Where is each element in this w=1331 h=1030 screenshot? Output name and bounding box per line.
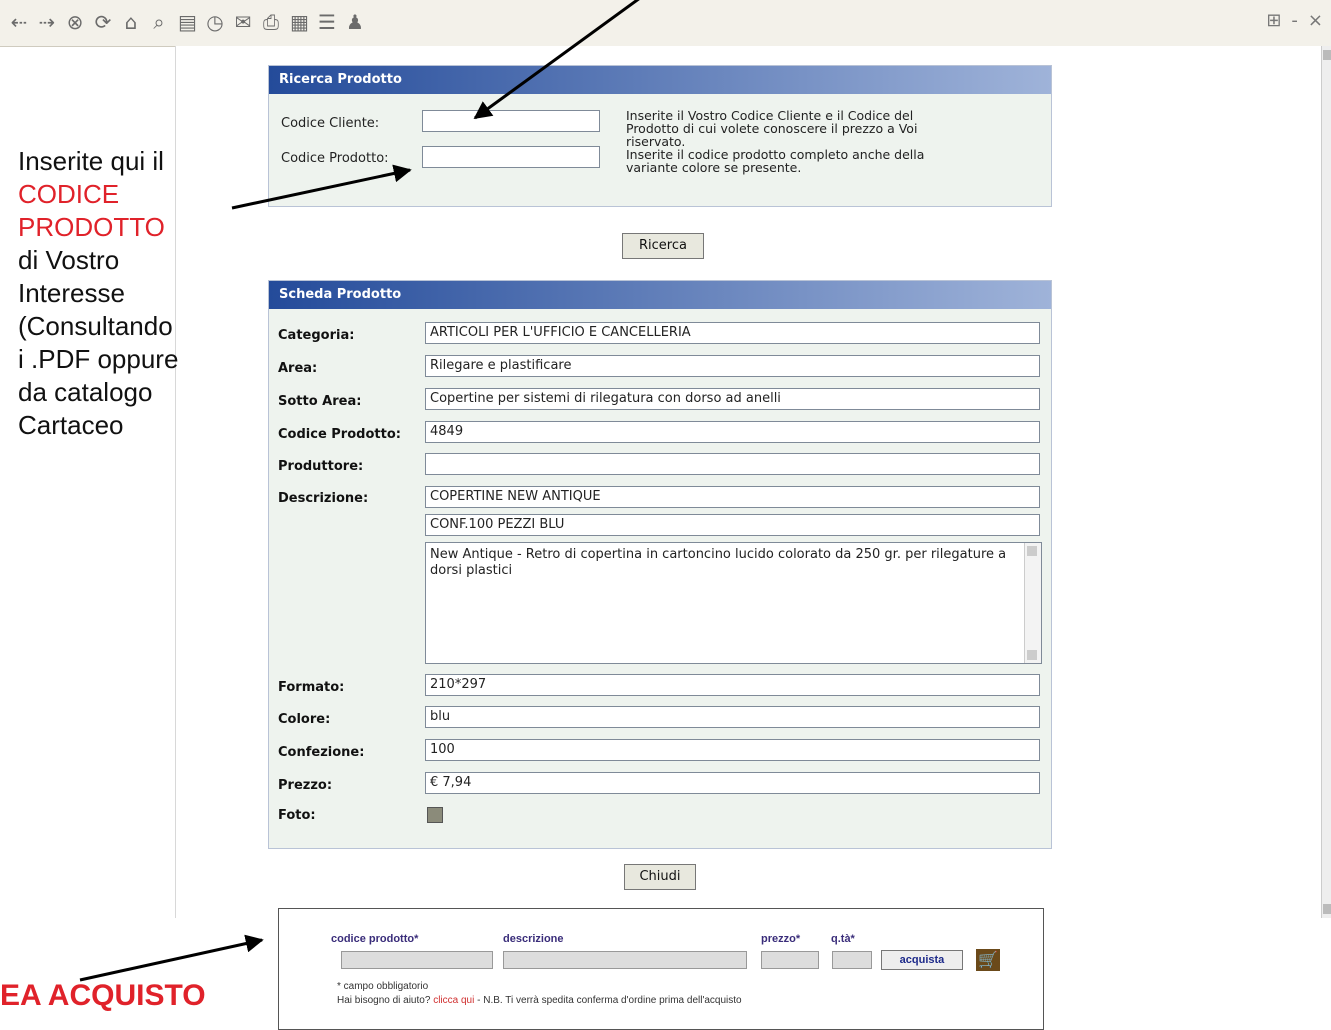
scheda-title: Scheda Prodotto [269, 281, 1051, 309]
area-label: Area: [278, 361, 318, 376]
annotation-line: Inserite qui il [18, 146, 164, 176]
messenger-icon[interactable]: ♟ [346, 10, 364, 34]
help-line: variante colore se presente. [626, 160, 802, 175]
discuss-icon[interactable]: ☰ [318, 10, 336, 34]
codice-cliente-label: Codice Cliente: [281, 116, 380, 131]
codice-prodotto-header: codice prodotto* [331, 933, 419, 945]
browser-toolbar: ⇠ ⇢ ⊗ ⟳ ⌂ ⌕ ▤ ◷ ✉ ⎙ ▦ ☰ ♟ ⊞ - × [0, 0, 1331, 47]
help-note: Hai bisogno di aiuto? clicca qui - N.B. … [337, 995, 742, 1006]
refresh-icon[interactable]: ⟳ [94, 10, 112, 34]
back-icon[interactable]: ⇠ [10, 10, 28, 34]
acquista-button[interactable]: acquista [881, 950, 963, 970]
required-note: * campo obbligatorio [337, 981, 429, 992]
descrizione-header: descrizione [503, 933, 564, 945]
stop-icon[interactable]: ⊗ [66, 10, 84, 34]
formato-label: Formato: [278, 680, 345, 695]
forward-icon[interactable]: ⇢ [38, 10, 56, 34]
annotation-line: i .PDF oppure [18, 344, 179, 374]
confezione-field[interactable]: 100 [425, 739, 1040, 761]
mail-icon[interactable]: ✉ [234, 10, 252, 34]
home-icon[interactable]: ⌂ [122, 10, 140, 34]
page-scrollbar[interactable] [1321, 46, 1331, 918]
ricerca-help-text: Inserite il Vostro Codice Cliente e il C… [626, 109, 924, 174]
area-field[interactable]: Rilegare e plastificare [425, 355, 1040, 377]
codice-prodotto-input[interactable] [422, 146, 600, 168]
ricerca-title: Ricerca Prodotto [269, 66, 1051, 94]
categoria-field[interactable]: ARTICOLI PER L'UFFICIO E CANCELLERIA [425, 322, 1040, 344]
edit-icon[interactable]: ▦ [290, 10, 309, 34]
acquisto-bar: codice prodotto* descrizione prezzo* q.t… [278, 908, 1044, 1030]
codice-prodotto-label: Codice Prodotto: [281, 151, 389, 166]
history-icon[interactable]: ◷ [206, 10, 224, 34]
descrizione-text: New Antique - Retro di copertina in cart… [430, 547, 1007, 578]
descrizione-textarea[interactable]: New Antique - Retro di copertina in cart… [425, 542, 1042, 664]
descrizione-label: Descrizione: [278, 491, 369, 506]
qta-input[interactable] [832, 951, 872, 969]
cart-icon[interactable]: 🛒 [976, 949, 1000, 971]
prezzo-field[interactable]: € 7,94 [425, 772, 1040, 794]
bottom-caption: EA ACQUISTO [0, 979, 206, 1012]
textarea-scrollbar[interactable] [1024, 543, 1041, 663]
help-prefix: Hai bisogno di aiuto? [337, 995, 431, 1006]
window-controls: ⊞ - × [1266, 10, 1323, 31]
categoria-label: Categoria: [278, 328, 355, 343]
sotto-area-label: Sotto Area: [278, 394, 362, 409]
minimize-button[interactable]: - [1291, 10, 1298, 31]
annotation-highlight: PRODOTTO [18, 212, 165, 242]
foto-label: Foto: [278, 808, 316, 823]
scroll-up-icon[interactable] [1323, 50, 1331, 60]
annotation-line: Cartaceo [18, 410, 124, 440]
scroll-down-icon[interactable] [1323, 904, 1331, 914]
photo-icon[interactable] [427, 807, 443, 823]
colore-field[interactable]: blu [425, 706, 1040, 728]
codice-prodotto-input[interactable] [341, 951, 493, 969]
help-suffix: - N.B. Ti verrà spedita conferma d'ordin… [477, 995, 742, 1006]
prezzo-input[interactable] [761, 951, 819, 969]
formato-field[interactable]: 210*297 [425, 674, 1040, 696]
prezzo-header: prezzo* [761, 933, 801, 945]
scroll-up-icon[interactable] [1027, 546, 1037, 556]
windows-logo-icon: ⊞ [1266, 10, 1282, 31]
search-icon[interactable]: ⌕ [150, 10, 168, 34]
toolbar-icons: ⇠ ⇢ ⊗ ⟳ ⌂ ⌕ ▤ ◷ ✉ ⎙ ▦ ☰ ♟ [10, 10, 364, 34]
produttore-field[interactable] [425, 453, 1040, 475]
colore-label: Colore: [278, 712, 331, 727]
codice-cliente-input[interactable] [422, 110, 600, 132]
chiudi-button[interactable]: Chiudi [624, 864, 696, 890]
confezione-label: Confezione: [278, 745, 365, 760]
arrow-to-acquisto [79, 934, 264, 982]
produttore-label: Produttore: [278, 459, 364, 474]
annotation-line: Interesse [18, 278, 125, 308]
print-icon[interactable]: ⎙ [262, 10, 280, 34]
descrizione-input[interactable] [503, 951, 747, 969]
annotation-line: da catalogo [18, 377, 153, 407]
sotto-area-field[interactable]: Copertine per sistemi di rilegatura con … [425, 388, 1040, 410]
descrizione-line1-field[interactable]: COPERTINE NEW ANTIQUE [425, 486, 1040, 508]
annotation-line: (Consultando [18, 311, 173, 341]
qta-header: q.tà* [831, 933, 855, 945]
clicca-qui-link[interactable]: clicca qui [433, 995, 474, 1006]
scroll-down-icon[interactable] [1027, 650, 1037, 660]
codice-prodotto-field[interactable]: 4849 [425, 421, 1040, 443]
codice-prodotto-scheda-label: Codice Prodotto: [278, 427, 401, 442]
ricerca-button[interactable]: Ricerca [622, 233, 704, 259]
annotation-text: Inserite qui il CODICE PRODOTTO di Vostr… [18, 145, 178, 442]
descrizione-line2-field[interactable]: CONF.100 PEZZI BLU [425, 514, 1040, 536]
prezzo-label: Prezzo: [278, 778, 333, 793]
annotation-highlight: CODICE [18, 179, 120, 209]
close-button[interactable]: × [1308, 10, 1323, 31]
annotation-line: di Vostro [18, 245, 120, 275]
favorites-icon[interactable]: ▤ [178, 10, 197, 34]
